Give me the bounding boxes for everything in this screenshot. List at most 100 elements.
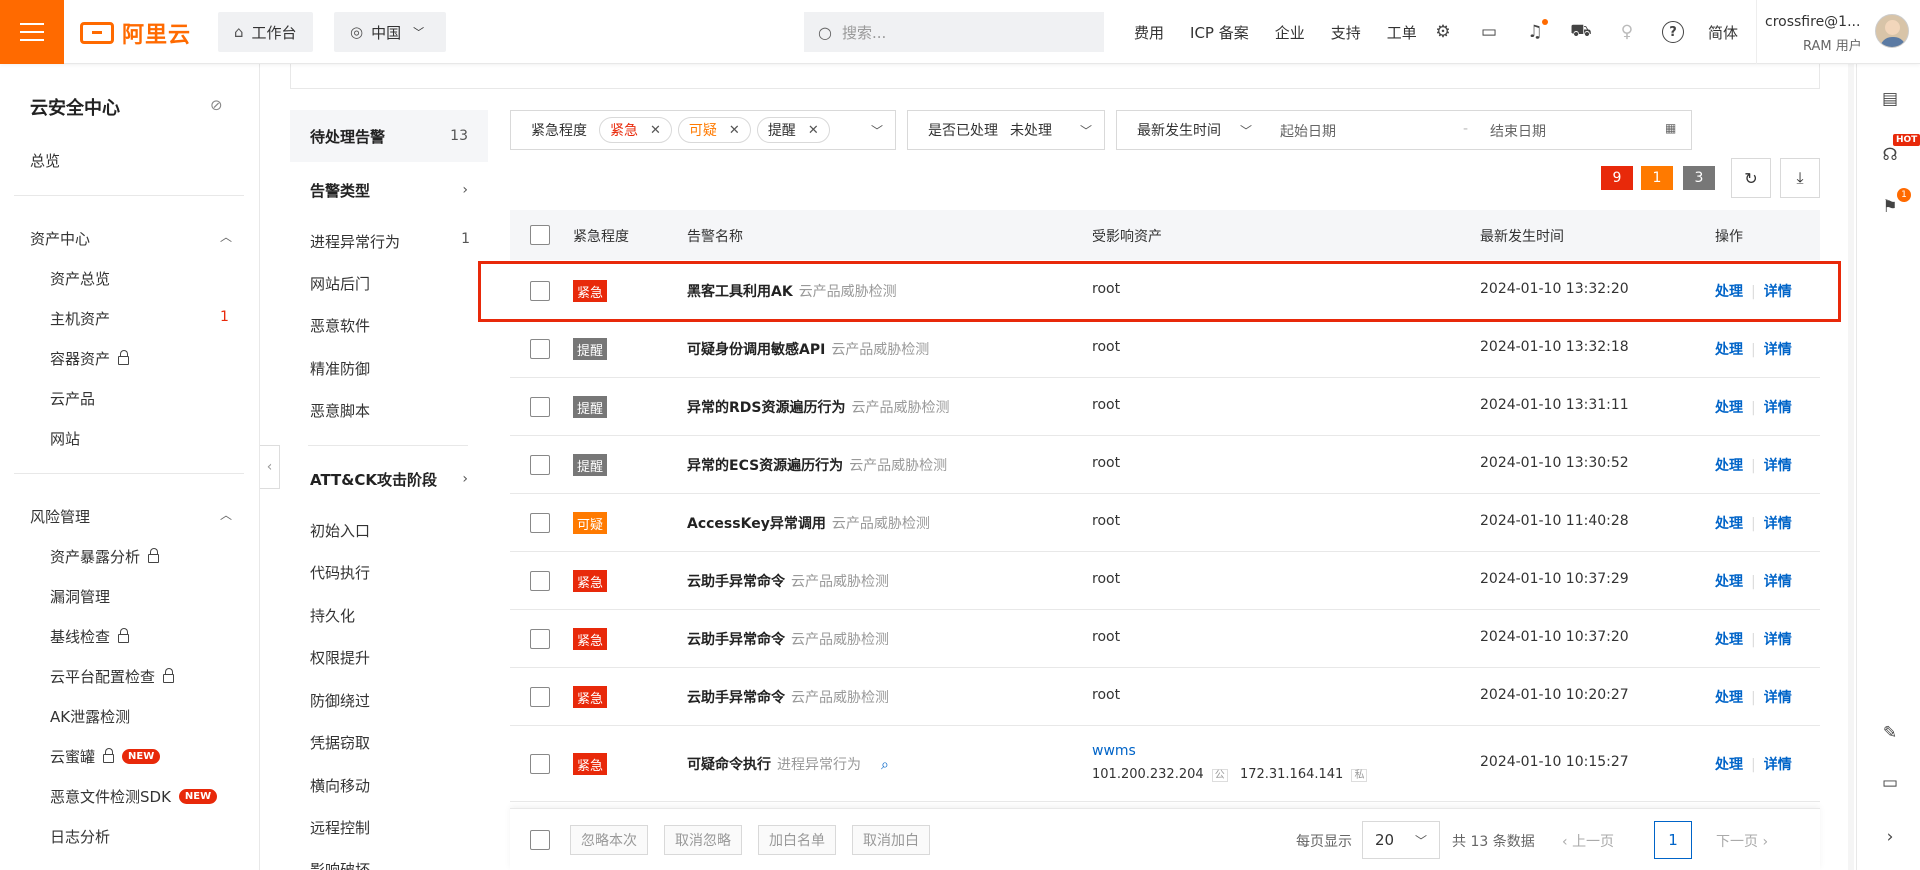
table-row[interactable]: 可疑 AccessKey异常调用 云产品威胁检测 root 2024-01-10 … xyxy=(510,494,1820,552)
alert-type-item[interactable]: 精准防御 xyxy=(310,358,480,379)
asset-name-link[interactable]: wwms xyxy=(1092,743,1136,759)
attck-stage-item[interactable]: 持久化 xyxy=(310,605,480,626)
nav-link-icp[interactable]: ICP 备案 xyxy=(1190,22,1249,43)
bell-icon[interactable]: ♫ xyxy=(1524,19,1548,43)
sidebar-item-log-analysis[interactable]: 日志分析 xyxy=(50,826,110,847)
row-checkbox[interactable] xyxy=(530,629,550,649)
alert-name[interactable]: 云助手异常命令 云产品威胁检测 xyxy=(687,687,889,707)
page-number-current[interactable]: 1 xyxy=(1654,821,1692,859)
sidebar-item-malware-sdk[interactable]: 恶意文件检测SDK NEW xyxy=(50,786,218,807)
aliyun-logo[interactable]: 阿里云 xyxy=(80,17,191,49)
alert-name[interactable]: AccessKey异常调用 云产品威胁检测 xyxy=(687,513,930,533)
close-icon[interactable]: ✕ xyxy=(729,123,740,138)
sidebar-item-cloud-product[interactable]: 云产品 xyxy=(50,388,95,409)
refresh-button[interactable]: ↻ xyxy=(1731,158,1771,198)
nav-link-enterprise[interactable]: 企业 xyxy=(1275,22,1305,43)
sidebar-item-honeypot[interactable]: 云蜜罐 NEW xyxy=(50,746,161,767)
col-affected-asset[interactable]: 受影响资产 xyxy=(1092,226,1162,246)
detail-link[interactable]: 详情 xyxy=(1764,632,1792,648)
sidebar-item-baseline[interactable]: 基线检查 xyxy=(50,626,130,647)
region-selector[interactable]: ◎ 中国 ﹀ xyxy=(334,12,446,52)
severity-tag-suspicious[interactable]: 可疑 ✕ xyxy=(677,117,751,143)
severity-tag-urgent[interactable]: 紧急 ✕ xyxy=(599,117,672,143)
time-range-filter[interactable]: 最新发生时间 ﹀ 起始日期 - 结束日期 ▦ xyxy=(1116,110,1692,150)
severity-filter[interactable]: 紧急程度 紧急 ✕ 可疑 ✕ 提醒 ✕ ﹀ xyxy=(510,110,896,150)
alert-name[interactable]: 异常的ECS资源遍历行为 云产品威胁检测 xyxy=(687,455,947,475)
detail-link[interactable]: 详情 xyxy=(1764,757,1792,773)
attck-stage-item[interactable]: 影响破坏 xyxy=(310,859,480,870)
detail-link[interactable]: 详情 xyxy=(1764,574,1792,590)
select-all-checkbox[interactable] xyxy=(530,225,550,245)
attck-header[interactable]: ATT&CK攻击阶段 › xyxy=(290,453,488,505)
row-checkbox[interactable] xyxy=(530,513,550,533)
row-checkbox[interactable] xyxy=(530,455,550,475)
table-row[interactable]: 紧急 云助手异常命令 云产品威胁检测 root 2024-01-10 10:37:… xyxy=(510,610,1820,668)
alert-type-item[interactable]: 进程异常行为 1 xyxy=(310,231,480,252)
alert-name[interactable]: 云助手异常命令 云产品威胁检测 xyxy=(687,571,889,591)
nav-link-support[interactable]: 支持 xyxy=(1331,22,1361,43)
alert-type-header[interactable]: 告警类型 › xyxy=(290,164,488,216)
sidebar-group-risk-mgmt[interactable]: 风险管理 ︿ xyxy=(30,506,232,527)
lightbulb-icon[interactable]: ♀ xyxy=(1616,21,1638,43)
detail-link[interactable]: 详情 xyxy=(1764,690,1792,706)
next-page-button[interactable]: 下一页 › xyxy=(1716,831,1768,851)
select-all-checkbox[interactable] xyxy=(530,830,550,850)
attck-stage-item[interactable]: 权限提升 xyxy=(310,647,480,668)
headset-icon[interactable]: ☊ xyxy=(1879,144,1901,166)
sidebar-item-ak-leak[interactable]: AK泄露检测 xyxy=(50,706,130,727)
close-icon[interactable]: ✕ xyxy=(650,123,661,138)
table-row[interactable]: 提醒 异常的ECS资源遍历行为 云产品威胁检测 root 2024-01-10 1… xyxy=(510,436,1820,494)
search-input[interactable]: ○ 搜索... xyxy=(804,12,1104,52)
row-checkbox[interactable] xyxy=(530,754,550,774)
attck-stage-item[interactable]: 横向移动 xyxy=(310,775,480,796)
nav-link-billing[interactable]: 费用 xyxy=(1134,22,1164,43)
sidebar-item-host-asset[interactable]: 主机资产 xyxy=(50,308,110,329)
attck-stage-item[interactable]: 代码执行 xyxy=(310,562,480,583)
detail-link[interactable]: 详情 xyxy=(1764,458,1792,474)
scrollbar[interactable] xyxy=(1848,64,1854,870)
eye-off-icon[interactable]: ⊘ xyxy=(210,96,228,114)
handled-filter[interactable]: 是否已处理 未处理 ﹀ xyxy=(907,110,1105,150)
cancel-ignore-button[interactable]: 取消忽略 xyxy=(664,825,742,855)
document-icon[interactable]: ▤ xyxy=(1879,88,1901,110)
download-button[interactable]: ⤓ xyxy=(1780,158,1820,198)
help-icon[interactable]: ? xyxy=(1662,21,1684,43)
chat-icon[interactable]: ▭ xyxy=(1879,772,1901,794)
close-icon[interactable]: ✕ xyxy=(808,123,819,138)
alert-type-item[interactable]: 恶意软件 xyxy=(310,315,480,336)
ignore-once-button[interactable]: 忽略本次 xyxy=(570,825,648,855)
table-row[interactable]: 紧急 云助手异常命令 云产品威胁检测 root 2024-01-10 10:20:… xyxy=(510,668,1820,726)
sidebar-item-container-asset[interactable]: 容器资产 xyxy=(50,348,130,369)
end-date-input[interactable]: 结束日期 xyxy=(1490,121,1546,141)
alert-type-item[interactable]: 网站后门 xyxy=(310,273,480,294)
user-menu[interactable]: crossfire@1... RAM 用户 xyxy=(1756,0,1920,64)
sidebar-item-vuln[interactable]: 漏洞管理 xyxy=(50,586,110,607)
investigate-icon[interactable]: ⌕ xyxy=(881,757,889,773)
row-checkbox[interactable] xyxy=(530,571,550,591)
calendar-icon[interactable]: ▦ xyxy=(1665,121,1676,135)
handle-link[interactable]: 处理 xyxy=(1715,757,1743,773)
col-latest-time[interactable]: 最新发生时间 xyxy=(1480,226,1564,246)
language-switch[interactable]: 简体 xyxy=(1708,22,1738,43)
edit-icon[interactable]: ✎ xyxy=(1879,722,1901,744)
terminal-icon[interactable]: ▭ xyxy=(1478,21,1500,43)
table-row[interactable]: 紧急 云助手异常命令 云产品威胁检测 root 2024-01-10 10:37:… xyxy=(510,552,1820,610)
chevron-right-icon[interactable]: › xyxy=(1879,826,1901,848)
sidebar-item-exposure[interactable]: 资产暴露分析 xyxy=(50,546,160,567)
attck-stage-item[interactable]: 初始入口 xyxy=(310,520,480,541)
alert-name[interactable]: 可疑身份调用敏感API 云产品威胁检测 xyxy=(687,339,929,359)
sidebar-item-overview[interactable]: 总览 xyxy=(30,150,60,171)
table-row[interactable]: 紧急 可疑命令执行 进程异常行为 ⌕ wwms 101.200.232.204 公 … xyxy=(510,726,1820,802)
alert-name[interactable]: 云助手异常命令 云产品威胁检测 xyxy=(687,629,889,649)
remove-whitelist-button[interactable]: 取消加白 xyxy=(852,825,930,855)
handle-link[interactable]: 处理 xyxy=(1715,516,1743,532)
prev-page-button[interactable]: ‹ 上一页 xyxy=(1562,831,1614,851)
handle-link[interactable]: 处理 xyxy=(1715,400,1743,416)
row-checkbox[interactable] xyxy=(530,339,550,359)
attck-stage-item[interactable]: 远程控制 xyxy=(310,817,480,838)
alert-type-item[interactable]: 恶意脚本 xyxy=(310,400,480,421)
detail-link[interactable]: 详情 xyxy=(1764,516,1792,532)
page-size-select[interactable]: 20 ﹀ xyxy=(1362,821,1440,859)
handle-link[interactable]: 处理 xyxy=(1715,458,1743,474)
severity-tag-reminder[interactable]: 提醒 ✕ xyxy=(756,117,830,143)
